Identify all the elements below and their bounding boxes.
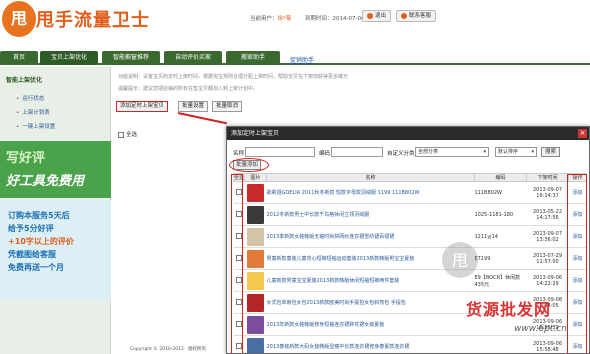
copyright: Copyright © 2010-2012 · 版权所有 bbox=[130, 347, 207, 352]
batch-set-button[interactable]: 批量设置 bbox=[178, 101, 209, 112]
promo-helper-link[interactable]: 促销助手 bbox=[290, 55, 314, 64]
expire-date: 到期时间：2014-07-06 bbox=[305, 16, 365, 22]
row-thumb-cell bbox=[244, 247, 267, 270]
product-thumbnail bbox=[246, 315, 264, 334]
sidebar: 智能上架优化 运行状态 上架计划表 一键上架设置 写好评 好工具免费用 订购本服… bbox=[0, 67, 111, 354]
sidebar-item-settings[interactable]: 一键上架设置 bbox=[16, 122, 55, 130]
table-row: 歌莉娅GOELIA 2011秋冬新款 短款字母款羽绒服 1199 111B802… bbox=[233, 181, 587, 204]
row-time: 2013-05-22 14:17:56 bbox=[526, 203, 569, 226]
logout-button[interactable]: 退出 bbox=[362, 10, 392, 22]
tab-home[interactable]: 首页 bbox=[0, 51, 38, 65]
watermark-logo-icon: 甩 bbox=[442, 242, 478, 278]
col-name: 名称 bbox=[266, 173, 475, 182]
app-title: 甩手流量卫士 bbox=[36, 10, 150, 31]
review-promo-details: 订购本服务5天后 给予5分好评 +10字以上的评价 凭截图给客服 免费再送一个月 bbox=[0, 200, 111, 300]
sidebar-item-status[interactable]: 运行状态 bbox=[16, 94, 44, 102]
welcome-text: 当前用户：徐*菊 bbox=[250, 14, 291, 22]
product-thumbnail bbox=[246, 249, 264, 268]
review-promo-banner[interactable]: 写好评 好工具免费用 bbox=[0, 141, 111, 198]
code-input[interactable] bbox=[331, 147, 383, 157]
table-header: 全选 图片 名称 编码 下架时间 操作 bbox=[233, 173, 587, 182]
watermark-text: 货源批发网 bbox=[466, 300, 552, 319]
power-icon bbox=[367, 12, 373, 19]
row-thumb-cell bbox=[244, 335, 267, 353]
sidebar-item-schedule[interactable]: 上架计划表 bbox=[16, 108, 50, 116]
row-thumb-cell bbox=[244, 203, 267, 226]
add-timed-item-button[interactable]: 添加定时上架宝贝 bbox=[116, 101, 169, 112]
promo2-line5: 免费再送一个月 bbox=[8, 263, 64, 272]
chevron-down-icon: ▾ bbox=[531, 149, 534, 155]
row-name[interactable]: 女式包单肩包女包2013新款欧美时尚手提包女包斜挎包 手提包 bbox=[266, 291, 475, 314]
promo-line2: 好工具免费用 bbox=[6, 174, 85, 189]
row-name[interactable]: 2013年新款女装韩版修身短袖连衣裙碎花裙女装夏装 bbox=[266, 313, 475, 336]
product-thumbnail bbox=[246, 271, 264, 290]
batch-add-highlight bbox=[229, 158, 269, 172]
product-thumbnail bbox=[246, 337, 264, 353]
product-thumbnail bbox=[246, 227, 264, 246]
row-thumb-cell bbox=[244, 225, 267, 248]
row-time: 2013-09-06 15:58:48 bbox=[526, 335, 569, 353]
tab-auto-review[interactable]: 自动评价买家 bbox=[164, 51, 222, 65]
username[interactable]: 徐*菊 bbox=[278, 16, 292, 22]
category-label: 自定义分类 bbox=[387, 151, 415, 157]
name-label: 名称 bbox=[233, 151, 245, 157]
row-code: 111B802W bbox=[474, 181, 527, 204]
row-thumb-cell bbox=[244, 269, 267, 292]
batch-cancel-button[interactable]: 批量取消 bbox=[212, 101, 243, 112]
table-row: 2012冬新款男士中长款千鸟格休闲立领羽绒服 1025-1181-180 2013-… bbox=[233, 203, 587, 226]
tab-showcase[interactable]: 智能橱窗推荐 bbox=[102, 51, 160, 65]
product-thumbnail bbox=[246, 183, 264, 202]
promo-line1: 写好评 bbox=[6, 151, 46, 166]
row-name[interactable]: 歌莉娅GOELIA 2011秋冬新款 短款字母款羽绒服 1199 111B802… bbox=[266, 181, 475, 204]
sidebar-title: 智能上架优化 bbox=[6, 77, 43, 84]
function-tip: 功能说明：设置宝贝的定时上架时间，根据淘宝规则合理分配上架时间，帮助宝贝在下架前… bbox=[118, 74, 349, 80]
product-thumbnail bbox=[246, 205, 264, 224]
col-code: 编码 bbox=[474, 173, 527, 182]
watermark-logo-char: 甩 bbox=[452, 251, 468, 270]
category-select[interactable]: 全部分类 ▾ bbox=[415, 147, 489, 157]
row-code: 1025-1181-180 bbox=[474, 203, 527, 226]
contact-service-button[interactable]: 联系客服 bbox=[396, 10, 437, 22]
table-row: 2013春装新款大码女装韩版显瘦中长款连衣裙修身春夏款连衣裙 2013-09-06… bbox=[233, 335, 587, 353]
col-time: 下架时间 bbox=[526, 173, 569, 182]
promo2-line4: 凭截图给客服 bbox=[8, 250, 56, 259]
row-name[interactable]: 2012冬新款男士中长款千鸟格休闲立领羽绒服 bbox=[266, 203, 475, 226]
product-thumbnail bbox=[246, 293, 264, 312]
row-thumb-cell bbox=[244, 181, 267, 204]
welcome-label: 当前用户： bbox=[250, 16, 278, 22]
watermark-url: www.6pt.cn bbox=[514, 324, 567, 334]
sort-select[interactable]: 默认排序 ▾ bbox=[495, 147, 537, 157]
action-column-highlight bbox=[567, 174, 587, 353]
promo2-line2: 给予5分好评 bbox=[8, 224, 54, 233]
search-button[interactable]: 搜索 bbox=[541, 147, 561, 157]
name-input[interactable] bbox=[245, 147, 315, 157]
select-all-checkbox[interactable] bbox=[118, 131, 124, 138]
row-thumb-cell bbox=[244, 291, 267, 314]
select-all-bg[interactable]: 全选 bbox=[118, 130, 137, 138]
tab-move-helper[interactable]: 搬家助手 bbox=[226, 51, 280, 65]
promo2-line3: +10字以上的评价 bbox=[8, 237, 74, 246]
logo-mark-icon: 甩 bbox=[2, 1, 36, 37]
tab-listing-optimize[interactable]: 宝贝上架优化 bbox=[40, 51, 98, 65]
dialog-title: 添加定时上架宝贝 bbox=[227, 127, 589, 140]
warm-tip: 温馨提示：建议您把店铺的所有在售宝贝都加入到上架计划中。 bbox=[118, 86, 259, 92]
code-label: 编码 bbox=[319, 151, 331, 157]
col-image: 图片 bbox=[244, 173, 267, 182]
main-nav: 首页 宝贝上架优化 智能橱窗推荐 自动评价买家 搬家助手 促销助手 bbox=[0, 48, 590, 65]
chat-icon bbox=[401, 12, 407, 19]
row-time: 2013-09-07 16:14:37 bbox=[526, 181, 569, 204]
app-header: 甩 甩手流量卫士 当前用户：徐*菊 到期时间：2014-07-06 退出 联系客… bbox=[0, 0, 590, 40]
row-name[interactable]: 2013春装新款大码女装韩版显瘦中长款连衣裙修身春夏款连衣裙 bbox=[266, 335, 475, 353]
close-icon[interactable]: × bbox=[578, 129, 587, 138]
row-code bbox=[474, 335, 527, 353]
chevron-down-icon: ▾ bbox=[483, 149, 486, 155]
row-thumb-cell bbox=[244, 313, 267, 336]
select-column-highlight bbox=[231, 174, 243, 353]
promo2-line1: 订购本服务5天后 bbox=[8, 211, 70, 220]
